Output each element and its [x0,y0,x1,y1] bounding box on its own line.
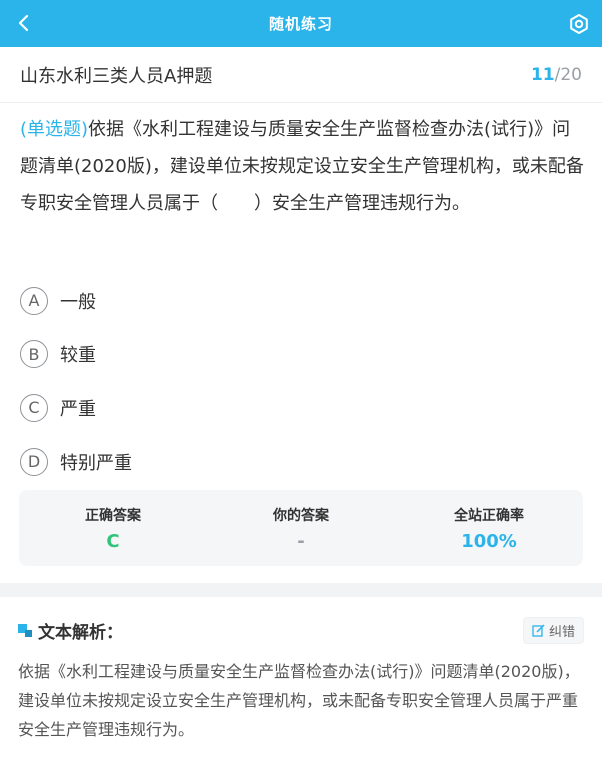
option-text: 严重 [60,398,96,420]
option-text: 一般 [60,291,96,313]
report-error-label: 纠错 [548,624,575,640]
option-text: 较重 [60,345,96,367]
section-marker-icon [18,624,32,637]
gear-icon[interactable] [568,13,590,35]
correct-answer-block: 正确答案 C [19,490,207,566]
your-answer-value: - [297,530,305,552]
option-a[interactable]: A 一般 [20,274,580,328]
option-letter: C [20,393,48,422]
accuracy-value: 100% [461,530,517,552]
option-c[interactable]: C 严重 [20,381,580,435]
option-letter: D [20,447,48,476]
option-text: 特别严重 [60,452,132,474]
exam-header: 山东水利三类人员A押题 11/20 [0,47,602,103]
question-card: 山东水利三类人员A押题 11/20 (单选题)依据《水利工程建设与质量安全生产监… [0,47,602,583]
correct-answer-value: C [106,530,120,552]
question-counter: 11/20 [531,65,582,85]
question-stem: (单选题)依据《水利工程建设与质量安全生产监督检查办法(试行)》问题清单(202… [20,111,584,222]
analysis-title: 文本解析： [38,622,123,643]
option-d[interactable]: D 特别严重 [20,435,580,489]
option-letter: B [20,340,48,369]
option-letter: A [20,286,48,315]
analysis-heading: 文本解析： [18,618,123,643]
page-title: 随机练习 [268,15,333,33]
your-answer-label: 你的答案 [273,507,329,524]
current-question-number: 11 [530,64,555,85]
question-text: 依据《水利工程建设与质量安全生产监督检查办法(试行)》问题清单(2020版)，建… [20,119,584,214]
analysis-header: 文本解析： 纠错 [18,615,584,645]
your-answer-block: 你的答案 - [207,490,395,566]
total-questions: 20 [560,64,582,85]
answer-summary: 正确答案 C 你的答案 - 全站正确率 100% [19,490,583,566]
correct-answer-label: 正确答案 [85,507,141,524]
accuracy-block: 全站正确率 100% [395,490,583,566]
edit-icon [532,623,545,637]
top-nav-bar: 随机练习 [0,0,602,47]
analysis-card: 文本解析： 纠错 依据《水利工程建设与质量安全生产监督检查办法(试行)》问题清单… [0,597,602,765]
analysis-text: 依据《水利工程建设与质量安全生产监督检查办法(试行)》问题清单(2020版)，建… [18,662,580,739]
option-b[interactable]: B 较重 [20,328,580,382]
question-type: (单选题) [20,119,89,140]
exam-title: 山东水利三类人员A押题 [20,65,213,87]
report-error-button[interactable]: 纠错 [522,616,584,644]
chevron-left-icon[interactable] [14,12,36,34]
accuracy-label: 全站正确率 [454,507,524,524]
option-list: A 一般 B 较重 C 严重 D 特别严重 [20,274,580,488]
